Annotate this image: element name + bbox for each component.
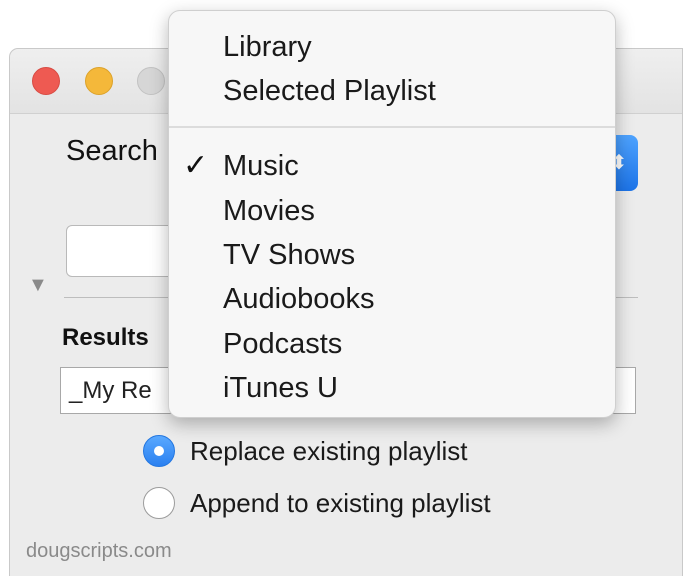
disclosure-triangle-icon[interactable]: ▼ — [28, 274, 48, 297]
zoom-window-button[interactable] — [137, 67, 165, 95]
radio-unselected-icon[interactable] — [143, 487, 175, 519]
replace-playlist-option[interactable]: Replace existing playlist — [143, 431, 467, 471]
menu-item-tv-shows[interactable]: TV Shows — [169, 233, 615, 277]
search-label: Search — [66, 135, 158, 167]
menu-item-label: Podcasts — [223, 328, 343, 360]
results-label: Results — [62, 324, 149, 351]
radio-label: Replace existing playlist — [190, 435, 468, 466]
radio-selected-icon[interactable] — [143, 435, 175, 467]
minimize-window-button[interactable] — [85, 67, 113, 95]
menu-item-label: Library — [223, 31, 312, 63]
menu-item-library[interactable]: Library — [169, 25, 615, 69]
menu-item-label: iTunes U — [223, 372, 338, 404]
menu-separator — [169, 126, 615, 128]
menu-item-itunes-u[interactable]: iTunes U — [169, 366, 615, 410]
menu-item-label: TV Shows — [223, 239, 356, 271]
footer-link[interactable]: dougscripts.com — [26, 540, 172, 563]
menu-item-label: Music — [223, 150, 299, 182]
menu-item-label: Selected Playlist — [223, 75, 436, 107]
menu-item-podcasts[interactable]: Podcasts — [169, 322, 615, 366]
screen: Search ⬍ ▼ Results _My Re Replace existi… — [0, 0, 683, 576]
menu-item-selected-playlist[interactable]: Selected Playlist — [169, 69, 615, 113]
menu-item-audiobooks[interactable]: Audiobooks — [169, 277, 615, 321]
append-playlist-option[interactable]: Append to existing playlist — [143, 483, 491, 523]
close-window-button[interactable] — [32, 67, 60, 95]
menu-item-label: Audiobooks — [223, 283, 375, 315]
search-scope-menu: Library Selected Playlist ✓ Music Movies… — [168, 10, 616, 418]
radio-label: Append to existing playlist — [190, 487, 491, 518]
checkmark-icon: ✓ — [183, 149, 209, 182]
menu-item-movies[interactable]: Movies — [169, 189, 615, 233]
menu-item-music[interactable]: ✓ Music — [169, 144, 615, 188]
menu-item-label: Movies — [223, 195, 315, 227]
